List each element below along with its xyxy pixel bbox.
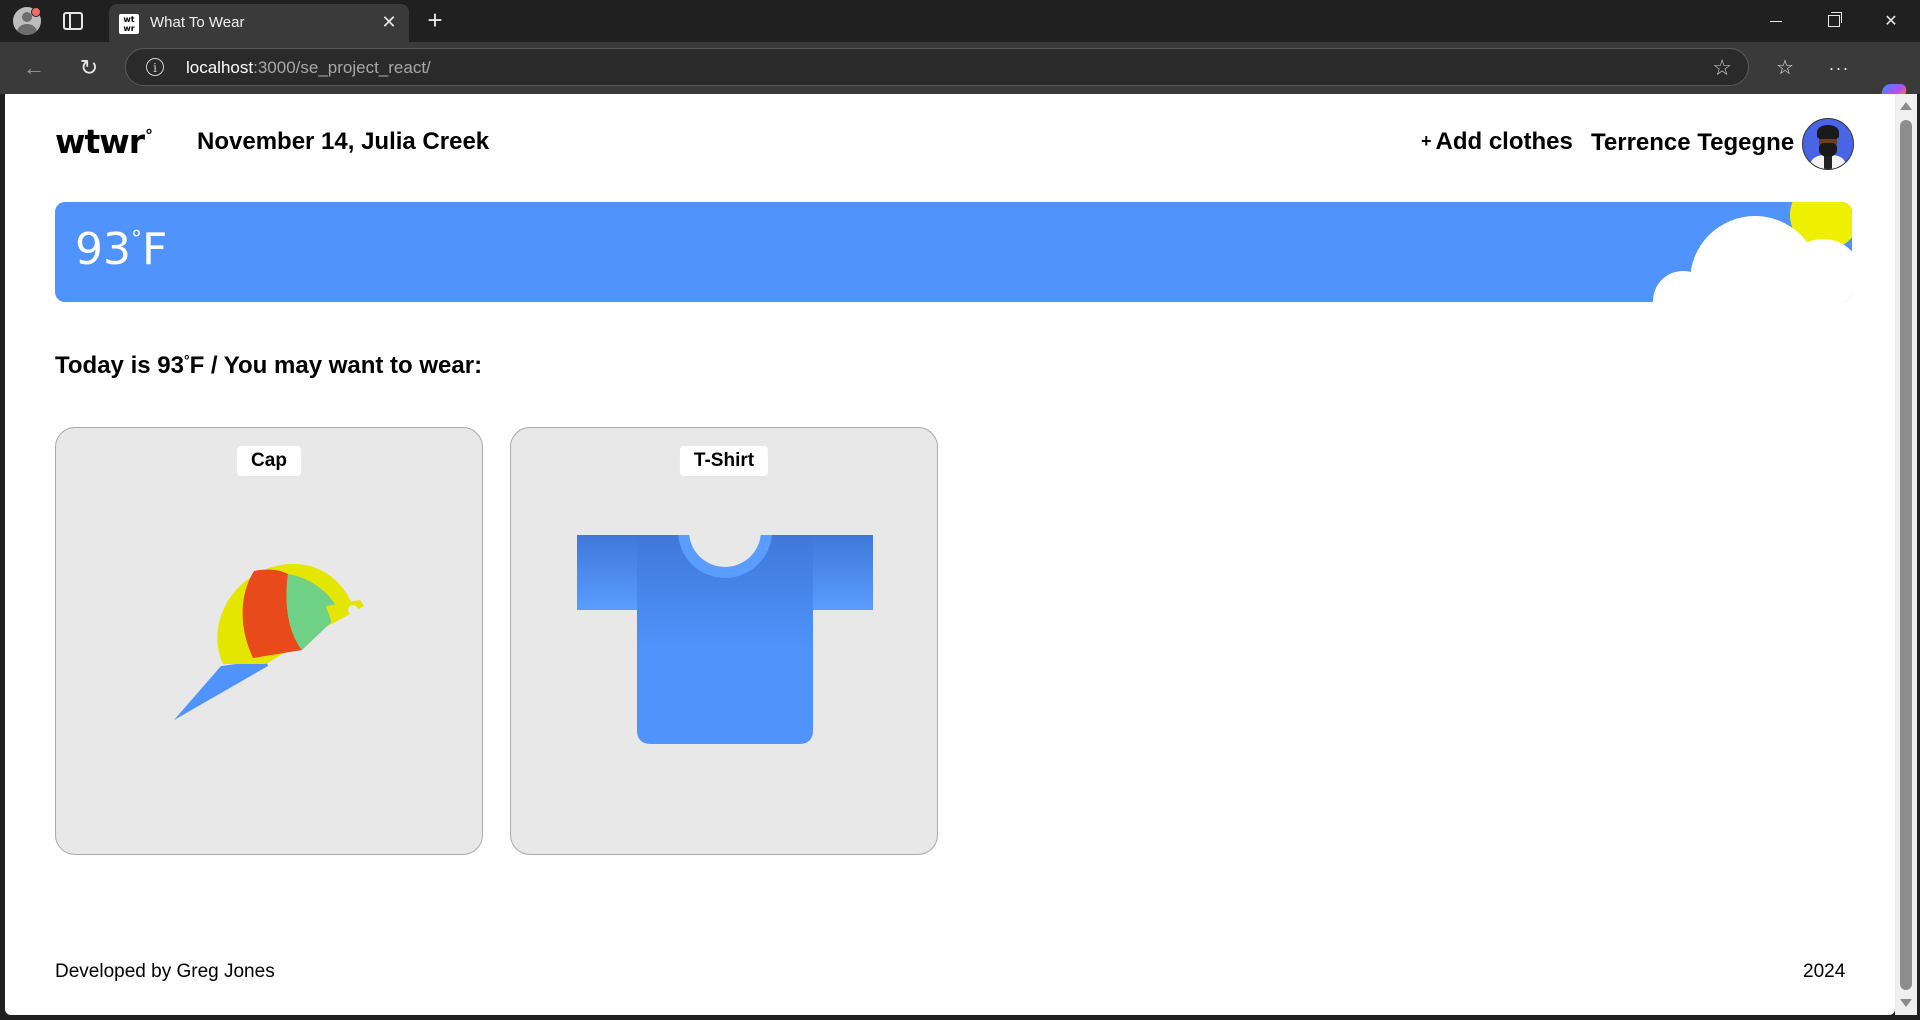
item-card-cap[interactable]: Cap [55,427,483,855]
favicon-icon: wt wr [119,14,139,34]
browser-toolbar: ← ↻ i localhost:3000/se_project_react/ ☆… [0,42,1920,108]
back-icon[interactable]: ← [18,52,50,84]
maximize-icon[interactable] [1805,0,1863,42]
username[interactable]: Terrence Tegegne [1591,129,1794,157]
reload-icon[interactable]: ↻ [73,52,105,84]
scroll-thumb[interactable] [1900,120,1912,990]
item-label: T-Shirt [679,446,769,476]
footer-year: 2024 [1803,961,1846,982]
star-icon[interactable]: ☆ [1712,55,1732,81]
tab-title: What To Wear [150,14,245,31]
scroll-up-icon[interactable] [1900,102,1912,110]
avatar[interactable] [1802,118,1854,170]
weather-card: 93°F [55,202,1852,302]
close-icon[interactable]: ✕ [379,12,399,32]
add-clothes-button[interactable]: + Add clothes [1421,128,1573,156]
site-logo[interactable]: wtwr° [55,122,153,161]
site-header: wtwr° November 14, Julia Creek + Add clot… [55,94,1854,190]
page-viewport: wtwr° November 14, Julia Creek + Add clot… [5,94,1895,1015]
item-label: Cap [237,446,301,476]
favorites-icon[interactable]: ☆ [1769,52,1801,84]
temperature: 93°F [75,224,168,275]
minimize-icon[interactable] [1747,0,1805,42]
url-text[interactable]: localhost:3000/se_project_react/ [186,58,431,78]
scrollbar[interactable] [1895,94,1917,1015]
info-icon[interactable]: i [146,58,164,76]
close-window-icon[interactable]: ✕ [1862,0,1920,42]
more-icon[interactable]: ··· [1823,52,1855,84]
tab-actions-icon[interactable] [58,6,88,36]
date-location: November 14, Julia Creek [197,128,490,155]
address-bar[interactable]: i localhost:3000/se_project_react/ ☆ [125,48,1749,86]
scroll-down-icon[interactable] [1900,999,1912,1007]
tshirt-icon [577,484,873,744]
profile-icon[interactable] [12,6,42,36]
plus-icon[interactable]: + [421,7,449,35]
copilot-icon[interactable] [1877,52,1909,108]
cap-icon [174,563,364,720]
recommendation-text: Today is 93°F / You may want to wear: [55,352,483,379]
browser-titlebar: wt wr What To Wear ✕ + ✕ [0,0,1920,42]
browser-tab[interactable]: wt wr What To Wear ✕ [109,4,409,42]
item-card-tshirt[interactable]: T-Shirt [510,427,938,855]
footer-credit: Developed by Greg Jones [55,961,275,982]
